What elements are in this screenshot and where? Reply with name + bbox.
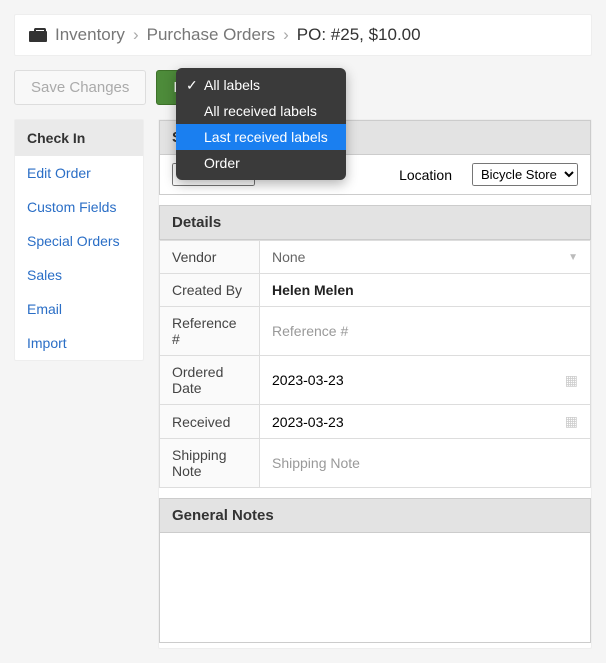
sidebar-item-custom-fields[interactable]: Custom Fields xyxy=(15,190,143,224)
calendar-icon[interactable]: ▦ xyxy=(565,413,578,430)
vendor-label: Vendor xyxy=(160,241,260,274)
details-header: Details xyxy=(159,205,591,240)
chevron-right-icon: › xyxy=(283,25,289,45)
toolbar: Save Changes Finished All labels All rec… xyxy=(14,70,592,105)
sidebar-item-special-orders[interactable]: Special Orders xyxy=(15,224,143,258)
breadcrumb-purchase-orders[interactable]: Purchase Orders xyxy=(147,25,276,45)
sidebar-item-edit-order[interactable]: Edit Order xyxy=(15,156,143,190)
calendar-icon[interactable]: ▦ xyxy=(565,372,578,389)
sidebar-item-sales[interactable]: Sales xyxy=(15,258,143,292)
received-value[interactable]: 2023-03-23 xyxy=(272,414,344,430)
print-labels-dropdown: All labels All received labels Last rece… xyxy=(176,68,346,180)
general-notes-header: General Notes xyxy=(159,498,591,533)
ordered-date-value[interactable]: 2023-03-23 xyxy=(272,372,344,388)
created-by-label: Created By xyxy=(160,274,260,307)
chevron-right-icon: › xyxy=(133,25,139,45)
breadcrumb: Inventory › Purchase Orders › PO: #25, $… xyxy=(14,14,592,56)
created-by-value: Helen Melen xyxy=(260,274,591,307)
breadcrumb-current: PO: #25, $10.00 xyxy=(297,25,421,45)
general-notes-textarea[interactable] xyxy=(159,533,591,643)
main-panel: Status Check-In Location Bicycle Store D… xyxy=(158,119,592,649)
reference-label: Reference # xyxy=(160,307,260,356)
dropdown-item-order[interactable]: Order xyxy=(176,150,346,176)
location-label: Location xyxy=(399,167,452,183)
chevron-down-icon: ▼ xyxy=(568,252,578,263)
sidebar-item-email[interactable]: Email xyxy=(15,292,143,326)
briefcase-icon xyxy=(29,28,47,42)
reference-input[interactable] xyxy=(272,323,578,339)
ordered-date-label: Ordered Date xyxy=(160,356,260,405)
shipping-note-input[interactable] xyxy=(272,455,578,471)
vendor-select[interactable]: None ▼ xyxy=(272,249,578,265)
dropdown-item-all-labels[interactable]: All labels xyxy=(176,72,346,98)
dropdown-item-all-received-labels[interactable]: All received labels xyxy=(176,98,346,124)
details-table: Vendor None ▼ Created By Helen Melen Ref… xyxy=(159,240,591,488)
dropdown-item-last-received-labels[interactable]: Last received labels xyxy=(176,124,346,150)
vendor-value: None xyxy=(272,249,305,265)
sidebar-header: Check In xyxy=(15,120,143,156)
sidebar-item-import[interactable]: Import xyxy=(15,326,143,360)
save-changes-button[interactable]: Save Changes xyxy=(14,70,146,105)
location-select[interactable]: Bicycle Store xyxy=(472,163,578,186)
shipping-note-label: Shipping Note xyxy=(160,439,260,488)
breadcrumb-inventory[interactable]: Inventory xyxy=(55,25,125,45)
sidebar: Check In Edit Order Custom Fields Specia… xyxy=(14,119,144,361)
received-label: Received xyxy=(160,405,260,439)
